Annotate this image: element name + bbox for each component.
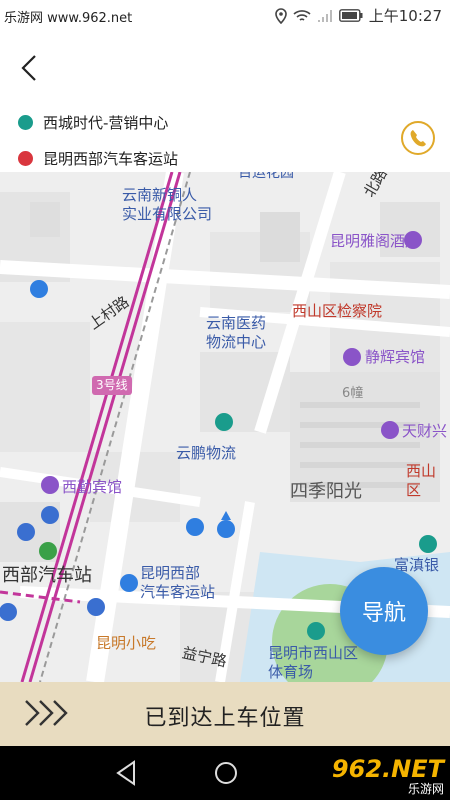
poi-medicine-logistics-line2: 物流中心 [206, 333, 267, 351]
triangle-back-icon[interactable] [112, 758, 140, 788]
poi-hotel-yage[interactable]: 昆明雅阁酒店 [330, 232, 420, 251]
origin-row: 西城时代-营销中心 [18, 112, 168, 133]
area-sijiyangguang: 四季阳光 [290, 481, 362, 502]
origin-dot [18, 115, 33, 130]
map-view[interactable]: 云南新铜人 实业有限公司 百运花园 昆明雅阁酒店 北路 上村路 云南医药 物流中心 … [0, 172, 450, 682]
circle-home-icon[interactable] [212, 758, 240, 788]
poi-xishan-district[interactable]: 西山区 [406, 462, 450, 500]
poi-top-cut: 百运花园 [238, 172, 294, 181]
navigate-button[interactable]: 导航 [340, 567, 428, 655]
building-label: 6幢 [342, 386, 364, 401]
poi-hotel-tiancai[interactable]: 天财兴 [402, 422, 447, 441]
station-big-label: 西部汽车站 [2, 565, 92, 586]
poi-snack[interactable]: 昆明小吃 [96, 634, 156, 653]
poi-stadium-line1: 昆明市西山区 [268, 644, 359, 662]
poi-stadium-line2: 体育场 [268, 663, 314, 681]
arrival-label: 已到达上车位置 [144, 706, 306, 731]
poi-hotel-jinghui[interactable]: 静辉宾馆 [365, 348, 425, 367]
destination-dot [18, 151, 33, 166]
poi-company-line1: 云南新铜人 [122, 186, 198, 204]
chevron-left-icon[interactable] [14, 52, 46, 84]
destination-row: 昆明西部汽车客运站 [18, 148, 178, 169]
poi-hotel-xiqin[interactable]: 西勤宾馆 [62, 478, 122, 497]
watermark-text: 乐游网 www.962.net [4, 11, 133, 26]
arrival-bar[interactable]: 已到达上车位置 [0, 682, 450, 746]
poi-yunpeng[interactable]: 云鹏物流 [176, 444, 236, 463]
phone-icon[interactable] [400, 120, 436, 156]
metro-line-badge: 3号线 [92, 376, 132, 395]
poi-medicine-logistics[interactable]: 云南医药 物流中心 [206, 314, 266, 352]
poi-medicine-logistics-line1: 云南医药 [206, 314, 267, 332]
poi-procuratorate[interactable]: 西山区检察院 [292, 302, 382, 321]
wifi-icon [293, 9, 311, 21]
watermark-brand: 962.NET [331, 755, 444, 783]
watermark-sub: 乐游网 [407, 782, 444, 796]
poi-company[interactable]: 云南新铜人 实业有限公司 [122, 186, 212, 224]
site-watermark: 962.NET 乐游网 [332, 756, 444, 796]
poi-stadium[interactable]: 昆明市西山区 体育场 [268, 644, 358, 682]
clock: 上午10:27 [368, 7, 442, 25]
poi-company-line2: 实业有限公司 [122, 205, 213, 223]
location-icon [274, 7, 287, 24]
poi-bus-station-line1: 昆明西部 [140, 564, 201, 582]
status-icons: 上午10:27 [274, 5, 442, 26]
origin-label: 西城时代-营销中心 [43, 114, 169, 132]
destination-label: 昆明西部汽车客运站 [43, 150, 179, 168]
battery-icon [338, 9, 363, 22]
route-header: 西城时代-营销中心 昆明西部汽车客运站 [0, 32, 450, 172]
signal-icon [317, 9, 332, 22]
system-navigation-bar: 962.NET 乐游网 [0, 746, 450, 800]
poi-bus-station[interactable]: 昆明西部 汽车客运站 [140, 564, 215, 602]
status-bar: 乐游网 www.962.net 上午10:27 [0, 0, 450, 32]
poi-bus-station-line2: 汽车客运站 [140, 583, 216, 601]
